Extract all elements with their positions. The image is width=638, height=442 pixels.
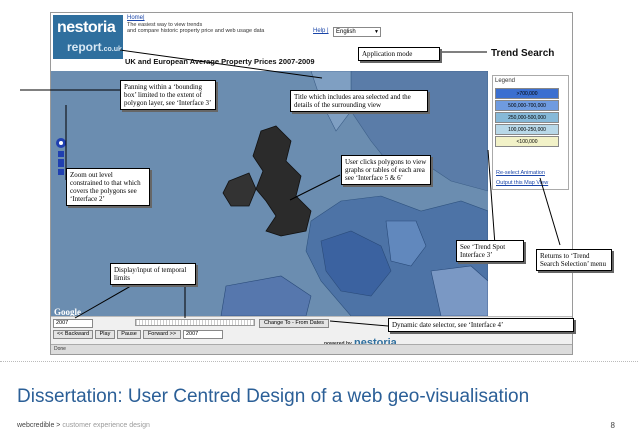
annotation-application-mode: Application mode xyxy=(358,47,440,61)
annotation-zoom-out: Zoom out level constrained to that which… xyxy=(66,168,150,206)
arrow-user-clicks xyxy=(289,174,341,201)
annotation-trend-spot: See ‘Trend Spot Interface 3’ xyxy=(456,240,524,262)
arrow-trend-spot xyxy=(487,149,496,246)
annotation-dynamic-date: Dynamic date selector, see ‘Interface 4’ xyxy=(388,318,574,332)
annotation-user-clicks: User clicks polygons to view graphs or t… xyxy=(341,155,431,185)
annotation-title-area: Title which includes area selected and t… xyxy=(290,90,428,112)
slide-footer: webcredible > customer experience design xyxy=(17,422,150,429)
arrow-title-area xyxy=(119,49,323,79)
slide-title: Dissertation: User Centred Design of a w… xyxy=(17,386,530,407)
arrow-returns xyxy=(539,177,561,246)
footer-brand: webcredible xyxy=(17,422,55,429)
annotation-returns: Returns to ‘Trend Search Selection’ menu xyxy=(536,249,612,271)
arrow-dynamic-date xyxy=(329,320,389,327)
annotation-display-input: Display/input of temporal limits xyxy=(110,263,196,285)
annotation-panning: Panning within a ‘bounding box’ limited … xyxy=(120,80,216,110)
page-number: 8 xyxy=(610,421,615,430)
slide-divider xyxy=(0,361,638,362)
footer-subtitle: customer experience design xyxy=(62,422,150,429)
